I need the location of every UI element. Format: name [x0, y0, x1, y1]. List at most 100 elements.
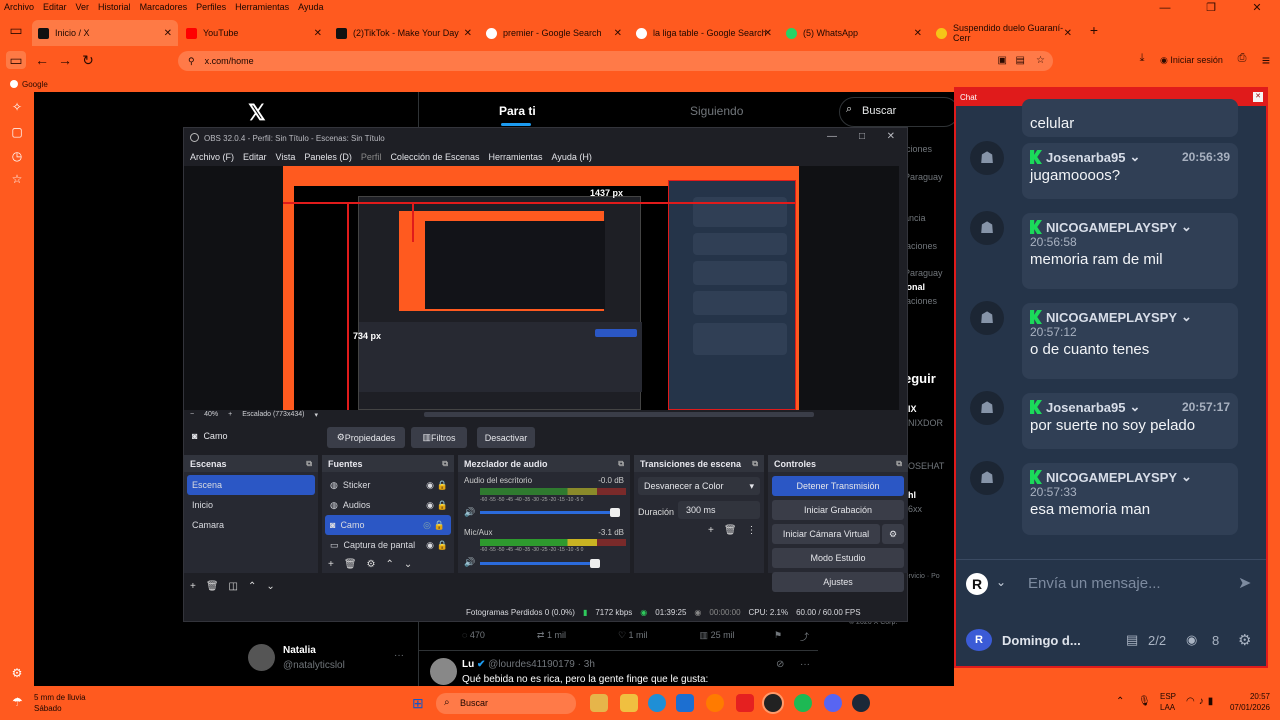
- share-icon[interactable]: ⤴: [800, 630, 809, 643]
- move-up-icon[interactable]: ⌃: [248, 581, 256, 592]
- delete-icon[interactable]: 🗑: [724, 525, 737, 536]
- spotify-icon[interactable]: [794, 694, 812, 712]
- deactivate-button[interactable]: Desactivar: [477, 427, 535, 448]
- steam-icon[interactable]: [852, 694, 870, 712]
- more-vertical-icon[interactable]: ⋮: [747, 525, 757, 536]
- eye-hidden-icon[interactable]: ◎: [423, 520, 431, 531]
- menu-archivo[interactable]: Archivo: [4, 2, 34, 12]
- obs-menu-colecciones[interactable]: Colección de Escenas: [390, 152, 479, 162]
- like-button[interactable]: ♡ 1 mil: [618, 630, 648, 641]
- sidebar-toggle-icon[interactable]: ▭: [6, 51, 26, 69]
- stop-stream-button[interactable]: Detener Transmisión: [772, 476, 904, 496]
- obs-menu-editar[interactable]: Editar: [243, 152, 267, 162]
- properties-button[interactable]: ⚙ Propiedades: [327, 427, 405, 448]
- avatar[interactable]: ☗: [970, 461, 1004, 495]
- menu-marcadores[interactable]: Marcadores: [140, 2, 188, 12]
- virtual-camera-button[interactable]: Iniciar Cámara Virtual: [772, 524, 880, 544]
- youtube-icon[interactable]: [736, 694, 754, 712]
- x-logo-icon[interactable]: 𝕏: [248, 100, 266, 126]
- chevron-down-icon[interactable]: ⌄: [1130, 399, 1141, 415]
- menu-editar[interactable]: Editar: [43, 2, 67, 12]
- source-item[interactable]: ◙ Camo ◎ 🔒: [325, 515, 451, 535]
- avatar[interactable]: ☗: [970, 211, 1004, 245]
- move-down-icon[interactable]: ⌄: [404, 559, 412, 570]
- dock-undock-icon[interactable]: ⧉: [752, 459, 758, 469]
- maximize-icon[interactable]: □: [859, 131, 865, 142]
- lock-icon[interactable]: 🔒: [437, 540, 448, 551]
- avatar[interactable]: ☗: [970, 141, 1004, 175]
- chevron-down-icon[interactable]: ⌄: [1130, 149, 1141, 165]
- tab-premier[interactable]: premier - Google Search ✕: [480, 20, 628, 46]
- follow-suggestion[interactable]: IX: [908, 404, 917, 414]
- send-icon[interactable]: ➤: [1238, 573, 1251, 593]
- scene-item[interactable]: Camara: [184, 515, 318, 535]
- chat-input[interactable]: Envía un mensaje...: [1028, 575, 1161, 592]
- zoom-in-icon[interactable]: +: [228, 411, 232, 419]
- close-tab-icon[interactable]: ✕: [614, 28, 622, 39]
- eye-icon[interactable]: ◉: [426, 540, 434, 551]
- move-down-icon[interactable]: ⌄: [266, 581, 274, 592]
- tab-laliga[interactable]: la liga table - Google Search ✕: [630, 20, 778, 46]
- close-tab-icon[interactable]: ✕: [764, 28, 772, 39]
- obs-menu-paneles[interactable]: Paneles (D): [304, 152, 352, 162]
- volume-slider-handle[interactable]: [590, 559, 600, 568]
- source-item[interactable]: ◍ Sticker ◉ 🔒: [322, 475, 454, 495]
- download-icon[interactable]: ⤓: [1132, 52, 1152, 65]
- follow-suggestion[interactable]: NIXDOR: [908, 418, 943, 428]
- discord-icon[interactable]: [824, 694, 842, 712]
- dock-undock-icon[interactable]: ⧉: [306, 459, 312, 469]
- scene-item[interactable]: Escena: [187, 475, 315, 495]
- minimize-icon[interactable]: —: [1142, 0, 1188, 18]
- preview-scrollbar[interactable]: [424, 412, 814, 417]
- follow-suggestion[interactable]: hl: [908, 490, 916, 500]
- more-icon[interactable]: ···: [800, 659, 810, 670]
- obs-preview[interactable]: 1437 px 734 px: [184, 166, 899, 410]
- obs-menu-vista[interactable]: Vista: [276, 152, 296, 162]
- obs-menu-archivo[interactable]: Archivo (F): [190, 152, 234, 162]
- dock-undock-icon[interactable]: ⧉: [442, 459, 448, 469]
- close-icon[interactable]: ✕: [887, 131, 895, 142]
- obs-menu-perfil[interactable]: Perfil: [361, 152, 382, 162]
- volume-slider[interactable]: [480, 511, 620, 514]
- close-tab-icon[interactable]: ✕: [914, 28, 922, 39]
- bookmark-star-icon[interactable]: ☆: [1036, 55, 1045, 66]
- add-icon[interactable]: +: [708, 525, 714, 536]
- clock-date[interactable]: 07/01/2026: [1222, 703, 1270, 712]
- show-hidden-icons[interactable]: ⌃: [1116, 696, 1124, 707]
- new-tab-icon[interactable]: +: [1084, 22, 1104, 38]
- more-icon[interactable]: ···: [394, 650, 404, 661]
- tab-youtube[interactable]: YouTube ✕: [180, 20, 328, 46]
- lock-icon[interactable]: 🔒: [437, 500, 448, 511]
- retweet-button[interactable]: ⇄ 1 mil: [537, 630, 566, 641]
- close-tab-icon[interactable]: ✕: [314, 28, 322, 39]
- follow-suggestion[interactable]: 6xx: [908, 504, 922, 514]
- avatar[interactable]: [430, 658, 457, 685]
- user-name[interactable]: Natalia: [283, 645, 316, 656]
- bookmark-icon[interactable]: ⚑: [774, 630, 782, 641]
- delete-icon[interactable]: 🗑: [206, 581, 219, 592]
- reload-icon[interactable]: ↻: [78, 52, 98, 69]
- trend-item[interactable]: laciones: [904, 241, 937, 251]
- chevron-down-icon[interactable]: ⌄: [1181, 219, 1192, 235]
- lock-icon[interactable]: 🔒: [437, 480, 448, 491]
- weather-text[interactable]: 5 mm de lluvia: [34, 693, 86, 702]
- menu-ver[interactable]: Ver: [76, 2, 90, 12]
- menu-herramientas[interactable]: Herramientas: [235, 2, 289, 12]
- trend-item[interactable]: Paraguay: [904, 268, 943, 278]
- trend-item[interactable]: laciones: [904, 296, 937, 306]
- dock-undock-icon[interactable]: ⧉: [896, 459, 902, 469]
- firefox-icon[interactable]: [706, 694, 724, 712]
- trend-item[interactable]: Paraguay: [904, 172, 943, 182]
- scale-dropdown-icon[interactable]: ▾: [314, 411, 318, 419]
- virtual-camera-settings-icon[interactable]: ⚙: [882, 524, 904, 544]
- avatar[interactable]: [248, 644, 275, 671]
- tab-x[interactable]: Inicio / X ✕: [32, 20, 178, 46]
- lock-icon[interactable]: 🔒: [434, 520, 445, 531]
- close-icon[interactable]: ✕: [1234, 0, 1280, 18]
- minimize-icon[interactable]: —: [827, 131, 837, 142]
- ai-icon[interactable]: ✧: [10, 100, 24, 114]
- add-source-icon[interactable]: +: [328, 559, 334, 570]
- user-handle[interactable]: @natalyticslol: [283, 660, 345, 671]
- restore-icon[interactable]: ❐: [1188, 0, 1234, 18]
- volume-icon[interactable]: 🔊: [464, 507, 475, 518]
